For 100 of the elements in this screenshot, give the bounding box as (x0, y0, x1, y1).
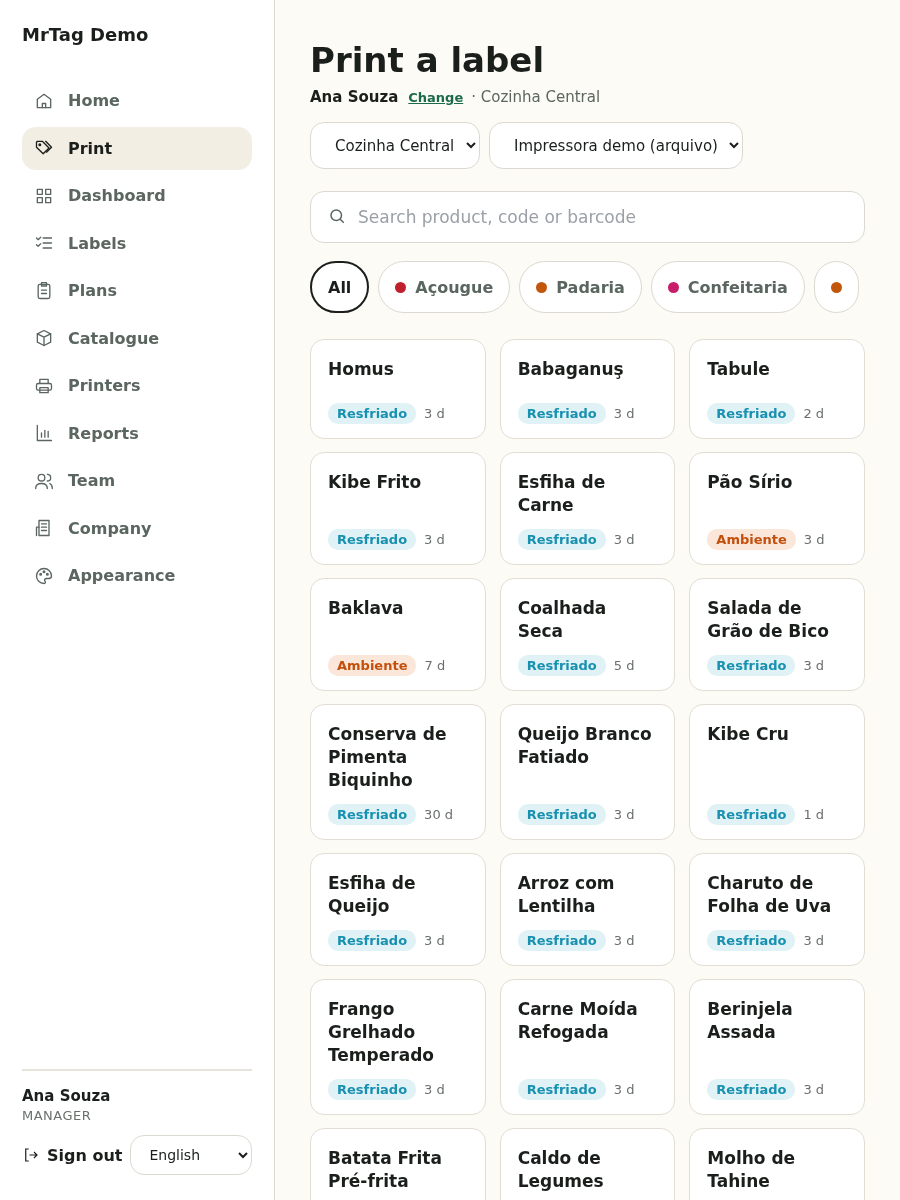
product-name: Coalhada Seca (517, 597, 608, 643)
product-card[interactable]: Coalhada Seca Resfriado 5 d (499, 578, 676, 691)
sidebar-item[interactable]: Reports (22, 411, 252, 455)
storage-badge: Resfriado (517, 655, 606, 676)
product-card[interactable]: Tabule Resfriado 2 d (689, 339, 865, 439)
location-text: · Cozinha Central (471, 88, 601, 106)
storage-badge: Resfriado (707, 930, 796, 951)
product-card[interactable]: Baklava Ambiente 7 d (310, 578, 486, 691)
dropdown-select[interactable]: Cozinha Central (310, 122, 480, 169)
product-card[interactable]: Batata Frita Pré-frita (310, 1128, 486, 1200)
product-name: Kibe Cru (707, 723, 790, 746)
shelf-life: 3 d (803, 532, 825, 547)
search-field[interactable]: Search product, code or barcode (310, 191, 865, 243)
product-name: Molho de Tahine (707, 1147, 797, 1193)
product-name: Frango Grelhado Temperado (328, 998, 435, 1067)
shelf-life: 5 d (613, 658, 635, 673)
shelf-life: 3 d (613, 406, 635, 421)
shelf-life: 3 d (803, 658, 825, 673)
palette-icon (34, 565, 54, 586)
user-role: MANAGER (22, 1108, 93, 1123)
product-card[interactable]: Kibe Cru Resfriado 1 d (689, 704, 865, 840)
product-name: Homus (328, 358, 395, 381)
product-name: Pão Sírio (707, 471, 794, 494)
category-chip[interactable] (813, 261, 859, 313)
product-card[interactable]: Homus Resfriado 3 d (310, 339, 486, 439)
category-chip[interactable]: Confeitaria (650, 261, 805, 313)
product-card[interactable]: Pão Sírio Ambiente 3 d (689, 452, 865, 565)
product-card[interactable]: Queijo Branco Fatiado Resfriado 3 d (499, 704, 676, 840)
sidebar-item[interactable]: Home (22, 79, 252, 123)
product-name: Berinjela Assada (707, 998, 794, 1044)
shelf-life: 3 d (424, 1082, 445, 1097)
storage-badge: Resfriado (707, 1079, 796, 1100)
shelf-life: 7 d (424, 658, 446, 673)
dropdown-select[interactable]: Impressora demo (arquivo) (489, 122, 743, 169)
shelf-life: 2 d (803, 406, 825, 421)
product-card[interactable]: Salada de Grão de Bico Resfriado 3 d (689, 578, 865, 691)
sidebar-item[interactable]: Plans (22, 269, 252, 313)
storage-badge: Resfriado (328, 403, 417, 424)
sign-out-icon (22, 1146, 40, 1164)
shelf-life: 3 d (424, 933, 445, 948)
product-card[interactable]: Conserva de Pimenta Biquinho Resfriado 30 d (310, 704, 486, 840)
storage-badge: Resfriado (707, 804, 796, 825)
storage-badge: Resfriado (328, 529, 417, 550)
product-name: Carne Moída Refogada (517, 998, 639, 1044)
product-card[interactable]: Kibe Frito Resfriado 3 d (310, 452, 486, 565)
sidebar-item[interactable]: Labels (22, 221, 252, 265)
sidebar-item[interactable]: Appearance (22, 554, 252, 598)
sidebar-item[interactable]: Dashboard (22, 174, 252, 218)
storage-badge: Resfriado (517, 529, 606, 550)
shelf-life: 3 d (613, 933, 635, 948)
product-name: Baklava (328, 597, 405, 620)
category-chip[interactable]: Açougue (378, 261, 511, 313)
product-card[interactable]: Berinjela Assada Resfriado 3 d (689, 979, 865, 1115)
product-name: Caldo de Legumes (517, 1147, 605, 1193)
shelf-life: 3 d (613, 807, 635, 822)
product-card[interactable]: Esfiha de Queijo Resfriado 3 d (310, 853, 486, 966)
change-link[interactable]: Change (408, 90, 464, 105)
product-name: Tabule (707, 358, 771, 381)
storage-badge: Ambiente (328, 655, 417, 676)
shelf-life: 3 d (424, 532, 445, 547)
shelf-life: 30 d (424, 807, 454, 822)
sidebar-item[interactable]: Printers (22, 364, 252, 408)
product-name: Batata Frita Pré-frita (328, 1147, 443, 1193)
category-chip[interactable]: Padaria (519, 261, 642, 313)
language-select[interactable]: English (130, 1135, 252, 1175)
product-name: Esfiha de Carne (517, 471, 607, 517)
storage-badge: Resfriado (328, 930, 417, 951)
product-name: Salada de Grão de Bico (707, 597, 830, 643)
shelf-life: 3 d (613, 1082, 635, 1097)
shelf-life: 3 d (424, 406, 445, 421)
storage-badge: Ambiente (707, 529, 796, 550)
user-name: Ana Souza (22, 1087, 112, 1105)
product-card[interactable]: Caldo de Legumes (499, 1128, 676, 1200)
sidebar-item[interactable]: Company (22, 506, 252, 550)
storage-badge: Resfriado (707, 403, 796, 424)
product-card[interactable]: Frango Grelhado Temperado Resfriado 3 d (310, 979, 486, 1115)
shelf-life: 3 d (803, 933, 825, 948)
product-name: Conserva de Pimenta Biquinho (328, 723, 448, 792)
page-title: Print a label (310, 40, 546, 80)
storage-badge: Resfriado (517, 804, 606, 825)
category-chip[interactable]: All (310, 261, 370, 313)
shelf-life: 3 d (613, 532, 635, 547)
box-icon (34, 328, 54, 349)
product-name: Kibe Frito (328, 471, 423, 494)
product-card[interactable]: Carne Moída Refogada Resfriado 3 d (499, 979, 676, 1115)
storage-badge: Resfriado (517, 930, 606, 951)
product-card[interactable]: Arroz com Lentilha Resfriado 3 d (499, 853, 676, 966)
product-card[interactable]: Esfiha de Carne Resfriado 3 d (499, 452, 676, 565)
chart-icon (34, 423, 54, 444)
sidebar-item[interactable]: Catalogue (22, 316, 252, 360)
product-name: Esfiha de Queijo (328, 872, 417, 918)
product-card[interactable]: Charuto de Folha de Uva Resfriado 3 d (689, 853, 865, 966)
sidebar-item[interactable]: Team (22, 459, 252, 503)
product-card[interactable]: Molho de Tahine (689, 1128, 865, 1200)
brand-name: MrTag Demo (22, 24, 150, 45)
operator-name: Ana Souza (310, 88, 399, 106)
product-card[interactable]: Babaganuş Resfriado 3 d (499, 339, 676, 439)
sidebar-item[interactable]: Print (22, 126, 252, 170)
storage-badge: Resfriado (328, 1079, 417, 1100)
sign-out-button[interactable]: Sign out (22, 1145, 123, 1165)
